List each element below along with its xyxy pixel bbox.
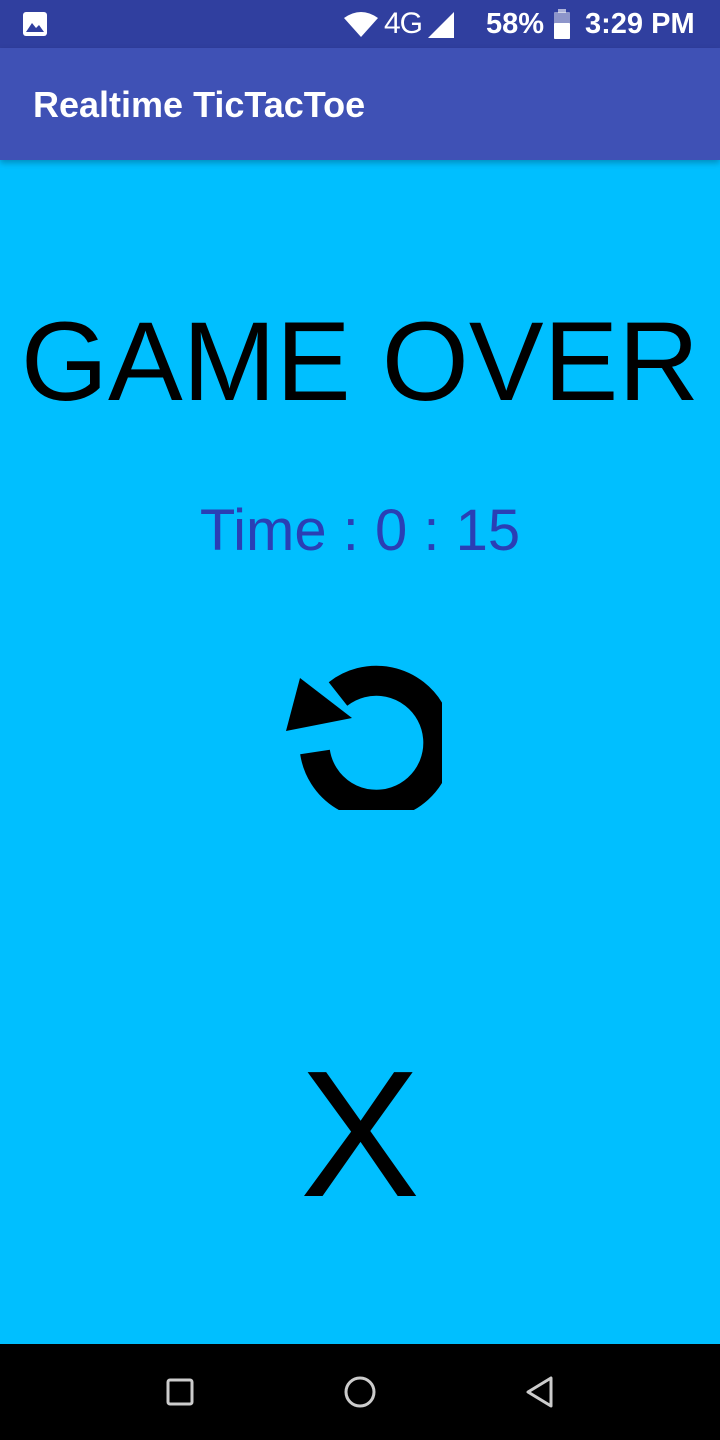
gallery-icon (22, 11, 48, 42)
battery-icon (553, 9, 571, 44)
wifi-icon (343, 12, 379, 43)
recents-button[interactable] (156, 1368, 204, 1416)
network-type: 4G (384, 7, 423, 40)
game-timer: Time : 0 : 15 (199, 498, 521, 563)
restart-icon (286, 665, 454, 820)
navigation-bar (0, 1344, 720, 1440)
battery-percentage: 58% (486, 8, 545, 40)
game-over-heading: GAME OVER (20, 299, 700, 424)
status-bar: 4G 58% 3:29 PM (0, 0, 720, 48)
clock: 3:29 PM (585, 8, 695, 40)
back-icon (526, 1376, 553, 1408)
home-icon (344, 1376, 376, 1408)
signal-icon (426, 11, 456, 44)
restart-button[interactable] (278, 650, 454, 820)
winner-symbol: X (299, 1034, 421, 1235)
recents-icon (166, 1378, 194, 1406)
back-button[interactable] (516, 1368, 564, 1416)
home-button[interactable] (336, 1368, 384, 1416)
game-over-screen: 4G 58% 3:29 PM Realtime TicTacToe GAME O… (0, 0, 720, 1440)
app-bar: Realtime TicTacToe (0, 48, 720, 160)
app-title: Realtime TicTacToe (33, 84, 366, 125)
